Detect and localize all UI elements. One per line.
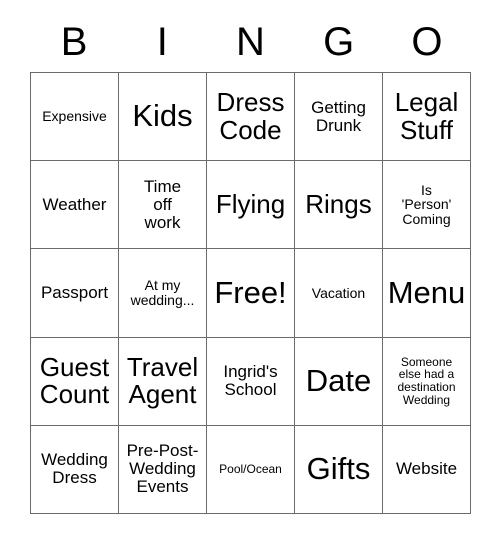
- bingo-cell[interactable]: Weather: [31, 161, 119, 250]
- bingo-cell[interactable]: Website: [383, 425, 471, 514]
- bingo-cell-label: Ingrid's School: [223, 362, 278, 400]
- bingo-cell[interactable]: Travel Agent: [119, 337, 207, 426]
- bingo-cell[interactable]: Rings: [295, 161, 383, 250]
- bingo-cell-label: Wedding Dress: [41, 450, 108, 488]
- bingo-cell-label: Date: [305, 362, 372, 398]
- bingo-cell-label: Website: [395, 459, 458, 479]
- bingo-cell[interactable]: Menu: [383, 249, 471, 338]
- bingo-cell[interactable]: Pre-Post- Wedding Events: [119, 425, 207, 514]
- bingo-cell-label: Is 'Person' Coming: [401, 181, 452, 228]
- bingo-cell[interactable]: Legal Stuff: [383, 73, 471, 162]
- bingo-cell[interactable]: Dress Code: [207, 73, 295, 162]
- bingo-cell[interactable]: Date: [295, 337, 383, 426]
- bingo-cell[interactable]: At my wedding...: [119, 249, 207, 338]
- bingo-cell-label: Someone else had a destination Wedding: [397, 354, 456, 407]
- bingo-card: B I N G O Expensive Kids Dress Code Getting…: [0, 0, 500, 544]
- bingo-cell[interactable]: Wedding Dress: [31, 425, 119, 514]
- bingo-cell-label: Pool/Ocean: [219, 462, 282, 477]
- bingo-cell-label: Legal Stuff: [394, 87, 459, 145]
- bingo-cell-label: Kids: [132, 98, 193, 134]
- bingo-cell-label: Weather: [42, 194, 107, 214]
- bingo-cell[interactable]: Gifts: [295, 425, 383, 514]
- bingo-cell-label: Menu: [387, 274, 466, 310]
- bingo-cell-label: Expensive: [42, 108, 107, 125]
- bingo-cell-label: Travel Agent: [126, 351, 199, 410]
- bingo-cell[interactable]: Flying: [207, 161, 295, 250]
- bingo-cell[interactable]: Expensive: [31, 73, 119, 162]
- bingo-cell-label: Getting Drunk: [311, 97, 366, 135]
- header-letter-g: G: [323, 20, 355, 64]
- bingo-cell[interactable]: Time off work: [119, 161, 207, 250]
- bingo-cell[interactable]: Pool/Ocean: [207, 425, 295, 514]
- bingo-cell-free[interactable]: Free!: [207, 249, 295, 338]
- header-letter-o: O: [411, 20, 443, 64]
- bingo-cell-label: At my wedding...: [130, 277, 195, 308]
- bingo-cell[interactable]: Passport: [31, 249, 119, 338]
- bingo-cell[interactable]: Kids: [119, 73, 207, 162]
- header-letter-n: N: [236, 20, 265, 64]
- bingo-cell-label: Rings: [305, 189, 372, 220]
- bingo-cell[interactable]: Is 'Person' Coming: [383, 161, 471, 250]
- bingo-cell-label: Gifts: [306, 450, 371, 486]
- bingo-cell[interactable]: Guest Count: [31, 337, 119, 426]
- header-letter-i: I: [156, 20, 168, 64]
- bingo-cell[interactable]: Getting Drunk: [295, 73, 383, 162]
- bingo-cell[interactable]: Vacation: [295, 249, 383, 338]
- bingo-cell-label: Passport: [40, 282, 109, 302]
- header-letter-b: B: [60, 20, 88, 64]
- bingo-grid: Expensive Kids Dress Code Getting Drunk Lega…: [30, 72, 471, 514]
- bingo-cell-label: Guest Count: [39, 351, 110, 410]
- bingo-cell-label: Free!: [214, 274, 287, 310]
- bingo-cell[interactable]: Someone else had a destination Wedding: [383, 337, 471, 426]
- bingo-cell-label: Time off work: [143, 176, 182, 232]
- bingo-cell-label: Vacation: [311, 284, 366, 301]
- bingo-cell-label: Pre-Post- Wedding Events: [126, 441, 199, 497]
- bingo-cell-label: Flying: [215, 189, 286, 220]
- bingo-header: B I N G O: [30, 12, 471, 72]
- bingo-cell[interactable]: Ingrid's School: [207, 337, 295, 426]
- bingo-cell-label: Dress Code: [216, 87, 285, 145]
